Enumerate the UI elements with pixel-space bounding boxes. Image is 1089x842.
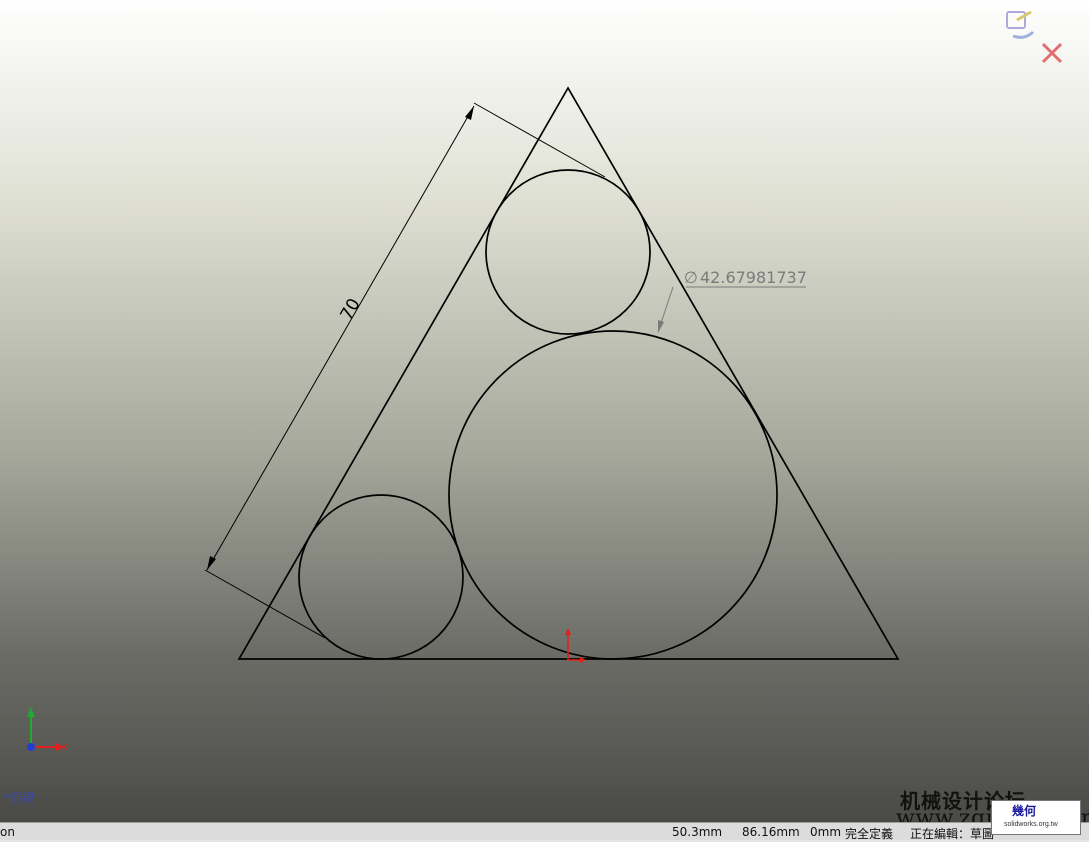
status-y-coordinate: 86.16mm — [742, 825, 800, 839]
status-x-coordinate: 50.3mm — [672, 825, 723, 839]
dimension-arrow-top — [465, 106, 474, 120]
diameter-arrow — [658, 320, 664, 333]
svg-text:X: X — [62, 743, 68, 752]
view-name-label: *前視 — [4, 791, 35, 805]
dimension-line-70 — [206, 105, 475, 571]
status-editing-label: 正在編輯：草圖 — [910, 827, 995, 841]
watermark-logo-text: 幾何 — [1012, 804, 1037, 818]
sketch-circle-top[interactable] — [485, 169, 651, 335]
svg-text:Y: Y — [27, 706, 33, 715]
sketch-canvas[interactable]: 70 ∅ 42.67981737 Y X — [0, 0, 1089, 822]
dimension-text-diameter[interactable]: 42.67981737 — [700, 268, 807, 287]
status-left-fragment: on — [0, 825, 15, 839]
confirmation-corner-sketch-icon[interactable] — [1006, 10, 1035, 39]
status-sketch-definition: 完全定義 — [845, 827, 894, 841]
sketch-circle-large[interactable] — [448, 330, 778, 660]
sketch-origin-icon — [565, 628, 586, 663]
dimension-text-70[interactable]: 70 — [337, 295, 365, 324]
status-z-coordinate: 0mm — [810, 825, 842, 839]
graphics-viewport[interactable]: 70 ∅ 42.67981737 Y X *前視 机械设计论坛 — [0, 0, 1089, 831]
confirmation-corner — [1003, 6, 1075, 66]
extension-line-top — [473, 102, 606, 178]
sketch-triangle[interactable] — [237, 86, 900, 660]
status-bar: on 50.3mm 86.16mm 0mm 完全定義 正在編輯：草圖 — [0, 822, 1089, 841]
view-triad-icon[interactable]: Y X — [27, 706, 68, 752]
exit-sketch-icon[interactable] — [1041, 42, 1063, 64]
sketch-circle-left[interactable] — [298, 494, 464, 660]
extension-line-bottom — [204, 569, 326, 639]
diameter-symbol: ∅ — [684, 268, 698, 287]
watermark-logo: 幾何 solidworks.org.tw — [991, 800, 1081, 835]
watermark-logo-subtext: solidworks.org.tw — [1004, 821, 1058, 828]
dimension-arrow-bottom — [207, 556, 216, 570]
